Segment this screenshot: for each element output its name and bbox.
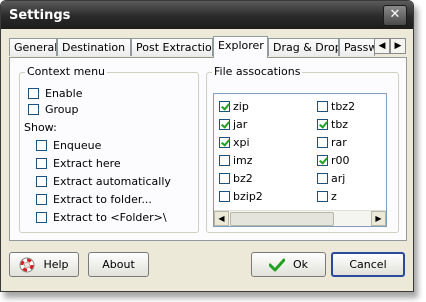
file-assoc-label: tbz — [331, 118, 349, 131]
enable-checkbox-row[interactable]: Enable — [28, 87, 82, 101]
green-check-icon — [268, 258, 285, 272]
file-assoc-label: zip — [233, 100, 249, 113]
file-assoc-checkbox[interactable] — [219, 191, 230, 202]
lifebuoy-icon — [19, 257, 35, 273]
cancel-label: Cancel — [349, 258, 387, 271]
file-assoc-checkbox[interactable] — [317, 101, 328, 112]
tab-scroll-right-button[interactable]: ▶ — [390, 38, 406, 54]
arrow-right-icon: ▶ — [375, 214, 382, 223]
tab-general[interactable]: General — [9, 38, 57, 56]
arrow-right-icon: ▶ — [394, 41, 402, 51]
arrow-left-icon: ◀ — [218, 214, 225, 223]
show-label: Show: — [24, 121, 57, 134]
about-label: About — [102, 258, 135, 271]
cancel-button[interactable]: Cancel — [331, 252, 405, 277]
file-assoc-label: jar — [233, 118, 248, 131]
file-assoc-checkbox[interactable] — [219, 119, 230, 130]
extract-here-label: Extract here — [53, 157, 121, 170]
file-assoc-item[interactable]: bzip2 — [219, 190, 263, 204]
scroll-thumb[interactable] — [230, 212, 334, 226]
file-assoc-label: r00 — [331, 154, 350, 167]
extract-to-named-folder-checkbox-row[interactable]: Extract to <Folder>\ — [36, 211, 167, 225]
extract-here-checkbox-row[interactable]: Extract here — [36, 157, 121, 171]
file-assoc-item[interactable]: arj — [317, 172, 345, 186]
file-assoc-checkbox[interactable] — [219, 173, 230, 184]
enqueue-label: Enqueue — [53, 139, 102, 152]
extract-to-folder-checkbox-row[interactable]: Extract to folder... — [36, 193, 152, 207]
file-assoc-checkbox[interactable] — [317, 155, 328, 166]
explorer-panel: Context menu Enable Group Show: Enqueue … — [9, 57, 407, 241]
tab-strip: General Destination Post Extraction Expl… — [9, 36, 407, 58]
about-button[interactable]: About — [88, 252, 149, 277]
extract-to-folder-checkbox[interactable] — [36, 194, 47, 205]
file-assoc-checkbox[interactable] — [219, 137, 230, 148]
file-assoc-label: imz — [233, 154, 253, 167]
file-assoc-item[interactable]: xpi — [219, 136, 250, 150]
title-bar[interactable]: Settings ✕ — [1, 1, 413, 29]
ok-label: Ok — [292, 258, 309, 271]
file-associations-list[interactable]: zip tbz2 jar tbz xpi rar imz r00 bz2 arj bzip2 z ◀ … — [213, 93, 387, 227]
file-assoc-label: arj — [331, 172, 346, 185]
file-associations-group: File assocations zip tbz2 jar tbz xpi rar imz r… — [206, 65, 399, 233]
group-label: Group — [45, 103, 79, 116]
file-assoc-checkbox[interactable] — [317, 119, 328, 130]
file-assoc-checkbox[interactable] — [317, 191, 328, 202]
window-title: Settings — [9, 8, 71, 23]
tab-scroll-left-button[interactable]: ◀ — [374, 38, 390, 54]
ok-button[interactable]: Ok — [251, 252, 326, 277]
enable-checkbox[interactable] — [28, 88, 39, 99]
file-assoc-item[interactable]: rar — [317, 136, 347, 150]
extract-automatically-checkbox[interactable] — [36, 176, 47, 187]
file-assoc-label: tbz2 — [331, 100, 356, 113]
extract-here-checkbox[interactable] — [36, 158, 47, 169]
file-assoc-item[interactable]: tbz2 — [317, 100, 355, 114]
close-icon: ✕ — [389, 7, 401, 22]
file-associations-legend: File assocations — [212, 65, 303, 78]
tab-post-extraction[interactable]: Post Extraction — [131, 38, 213, 56]
tab-password[interactable]: Password — [339, 38, 375, 56]
extract-automatically-checkbox-row[interactable]: Extract automatically — [36, 175, 171, 189]
extract-to-folder-label: Extract to folder... — [53, 193, 152, 206]
scroll-right-button[interactable]: ▶ — [371, 211, 386, 226]
help-button[interactable]: Help — [9, 252, 79, 277]
file-assoc-item[interactable]: imz — [219, 154, 253, 168]
file-assoc-item[interactable]: z — [317, 190, 337, 204]
file-assoc-checkbox[interactable] — [317, 137, 328, 148]
horizontal-scrollbar[interactable]: ◀ ▶ — [214, 210, 386, 226]
settings-window: Settings ✕ General Destination Post Extr… — [0, 0, 414, 292]
file-assoc-item[interactable]: r00 — [317, 154, 350, 168]
file-assoc-label: bzip2 — [233, 190, 263, 203]
arrow-left-icon: ◀ — [378, 41, 386, 51]
file-assoc-label: xpi — [233, 136, 250, 149]
tab-explorer[interactable]: Explorer — [213, 36, 268, 58]
file-assoc-item[interactable]: bz2 — [219, 172, 253, 186]
file-assoc-checkbox[interactable] — [219, 155, 230, 166]
file-assoc-item[interactable]: tbz — [317, 118, 348, 132]
tab-drag-drop[interactable]: Drag & Drop — [268, 38, 339, 56]
tab-destination[interactable]: Destination — [57, 38, 131, 56]
file-assoc-checkbox[interactable] — [219, 101, 230, 112]
file-assoc-label: z — [331, 190, 337, 203]
extract-to-named-folder-label: Extract to <Folder>\ — [53, 211, 167, 224]
file-assoc-item[interactable]: jar — [219, 118, 247, 132]
extract-automatically-label: Extract automatically — [53, 175, 171, 188]
file-assoc-checkbox[interactable] — [317, 173, 328, 184]
help-label: Help — [43, 258, 69, 271]
context-menu-group: Context menu Enable Group Show: Enqueue … — [19, 65, 199, 233]
enqueue-checkbox[interactable] — [36, 140, 47, 151]
close-button[interactable]: ✕ — [383, 5, 407, 26]
file-assoc-label: rar — [331, 136, 347, 149]
group-checkbox-row[interactable]: Group — [28, 103, 79, 117]
file-assoc-item[interactable]: zip — [219, 100, 249, 114]
scroll-left-button[interactable]: ◀ — [214, 211, 229, 226]
file-assoc-label: bz2 — [233, 172, 253, 185]
group-checkbox[interactable] — [28, 104, 39, 115]
enqueue-checkbox-row[interactable]: Enqueue — [36, 139, 101, 153]
context-menu-legend: Context menu — [25, 65, 108, 78]
enable-label: Enable — [45, 87, 83, 100]
extract-to-named-folder-checkbox[interactable] — [36, 212, 47, 223]
